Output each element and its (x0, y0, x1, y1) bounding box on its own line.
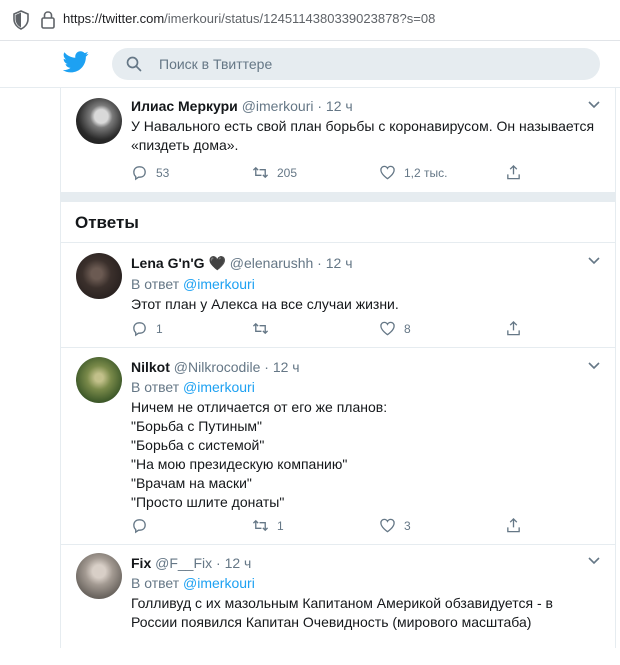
heart-icon (380, 321, 395, 336)
share-icon (507, 320, 520, 336)
heart-emoji: 🖤 (208, 256, 226, 272)
tweet-text-line: Голливуд с их мазольным Капитаном Америк… (131, 595, 553, 611)
author-handle[interactable]: @imerkouri (242, 98, 314, 114)
tweet-text: Голливуд с их мазольным Капитаном Америк… (131, 594, 601, 632)
answers-header: Ответы (61, 202, 615, 243)
separator-dot: · (264, 359, 269, 375)
share-icon (507, 164, 520, 180)
tweet-thread: Илиас Меркури @imerkouri · 12 ч У Наваль… (60, 88, 616, 665)
tweet-time[interactable]: 12 ч (326, 255, 353, 271)
author-handle[interactable]: @F__Fix (155, 555, 212, 571)
retweet-count: 205 (277, 165, 298, 180)
tweet-time[interactable]: 12 ч (225, 555, 252, 571)
lock-icon[interactable] (40, 10, 56, 30)
tweet-header: Nilkot @Nilkrocodile · 12 ч (131, 358, 601, 376)
tweet-text-line: России появился Капитан Очевидность (мир… (131, 614, 532, 630)
reply-count: 53 (156, 165, 170, 180)
reply-icon (133, 519, 146, 534)
url-text[interactable]: https://twitter.com/imerkouri/status/124… (63, 11, 435, 26)
tweet-header: Илиас Меркури @imerkouri · 12 ч (131, 97, 601, 115)
avatar[interactable] (76, 98, 122, 144)
tweet-text-line: "Борьба с Путиным" (131, 418, 262, 434)
reply-to-prefix: В ответ (131, 379, 180, 395)
answers-title: Ответы (75, 213, 139, 232)
reply-tweet[interactable]: Fix @F__Fix · 12 ч В ответ @imerkouri Го… (61, 545, 615, 665)
url-path: /imerkouri/status/1245114380339023878?s=… (164, 11, 436, 26)
tweet-header: Lena G'n'G 🖤 @elenarushh · 12 ч (131, 254, 601, 273)
tweet-time[interactable]: 12 ч (273, 359, 300, 375)
reply-icon (133, 322, 146, 337)
share-button[interactable] (505, 164, 530, 181)
tweet-text-line: "На мою президескую компанию" (131, 456, 348, 472)
tweet-text-line: "Врачам на маски" (131, 475, 252, 491)
tweet-text: Этот план у Алекса на все случаи жизни. (131, 295, 601, 314)
retweet-count: 1 (277, 518, 284, 533)
author-name[interactable]: Илиас Меркури (131, 98, 238, 114)
shield-icon[interactable] (12, 10, 30, 30)
like-button[interactable]: 3 (379, 517, 411, 534)
retweet-icon (252, 519, 269, 532)
reply-button[interactable]: 1 (131, 320, 163, 337)
heart-icon (380, 518, 395, 533)
reply-button[interactable]: 53 (131, 164, 169, 181)
tweet-text-line: "Борьба с системой" (131, 437, 265, 453)
reply-tweet[interactable]: Nilkot @Nilkrocodile · 12 ч В ответ @ime… (61, 348, 615, 545)
avatar[interactable] (76, 357, 122, 403)
tweet-text: Ничем не отличается от его же планов: "Б… (131, 398, 601, 512)
reply-to-line: В ответ @imerkouri (131, 574, 601, 592)
tweet-text: У Навального есть свой план борьбы с кор… (131, 117, 601, 155)
retweet-icon (252, 166, 269, 179)
tweet-time[interactable]: 12 ч (326, 98, 353, 114)
retweet-button[interactable]: 1 (252, 517, 284, 534)
share-icon (507, 517, 520, 533)
reply-tweet[interactable]: Lena G'n'G 🖤 @elenarushh · 12 ч В ответ … (61, 243, 615, 348)
twitter-bird-icon[interactable] (63, 51, 89, 73)
share-button[interactable] (505, 517, 530, 534)
browser-url-bar[interactable]: https://twitter.com/imerkouri/status/124… (0, 0, 620, 41)
retweet-button[interactable] (252, 320, 277, 337)
main-tweet[interactable]: Илиас Меркури @imerkouri · 12 ч У Наваль… (61, 88, 615, 192)
search-box[interactable]: Поиск в Твиттере (112, 48, 600, 80)
tweet-header: Fix @F__Fix · 12 ч (131, 554, 601, 572)
tweet-text-line: «пиздеть дома». (131, 137, 239, 153)
author-name[interactable]: Lena G'n'G (131, 255, 205, 271)
author-handle[interactable]: @Nilkrocodile (174, 359, 261, 375)
like-button[interactable]: 8 (379, 320, 411, 337)
retweet-button[interactable]: 205 (252, 164, 297, 181)
separator-dot: · (216, 555, 221, 571)
reply-to-mention[interactable]: @imerkouri (183, 575, 255, 591)
twitter-header: Поиск в Твиттере (0, 41, 620, 88)
tweet-text-line: "Просто шлите донаты" (131, 494, 285, 510)
separator-dot: · (317, 98, 323, 114)
heart-icon (380, 165, 395, 180)
like-count: 8 (404, 321, 411, 336)
author-name[interactable]: Fix (131, 555, 151, 571)
reply-to-line: В ответ @imerkouri (131, 378, 601, 396)
reply-icon (133, 166, 146, 181)
retweet-icon (252, 322, 269, 335)
tweet-text-line: Этот план у Алекса на все случаи жизни. (131, 296, 399, 312)
url-host: https://twitter.com (63, 11, 165, 26)
reply-to-mention[interactable]: @imerkouri (183, 379, 255, 395)
separator-dot: · (317, 255, 322, 271)
reply-count: 1 (156, 321, 163, 336)
reply-to-line: В ответ @imerkouri (131, 275, 601, 293)
search-icon (126, 56, 142, 72)
like-count: 1,2 тыс. (404, 165, 448, 180)
like-count: 3 (404, 518, 411, 533)
tweet-text-line: У Навального есть свой план борьбы с кор… (131, 118, 595, 134)
like-button[interactable]: 1,2 тыс. (379, 164, 447, 181)
reply-to-mention[interactable]: @imerkouri (183, 276, 255, 292)
share-button[interactable] (505, 320, 530, 337)
avatar[interactable] (76, 253, 122, 299)
reply-button[interactable] (131, 517, 156, 534)
reply-to-prefix: В ответ (131, 276, 180, 292)
section-separator (61, 192, 615, 202)
author-handle[interactable]: @elenarushh (230, 255, 314, 271)
tweet-text-line: Ничем не отличается от его же планов: (131, 399, 388, 415)
search-placeholder: Поиск в Твиттере (159, 56, 273, 72)
avatar[interactable] (76, 553, 122, 599)
reply-to-prefix: В ответ (131, 575, 180, 591)
author-name[interactable]: Nilkot (131, 359, 170, 375)
